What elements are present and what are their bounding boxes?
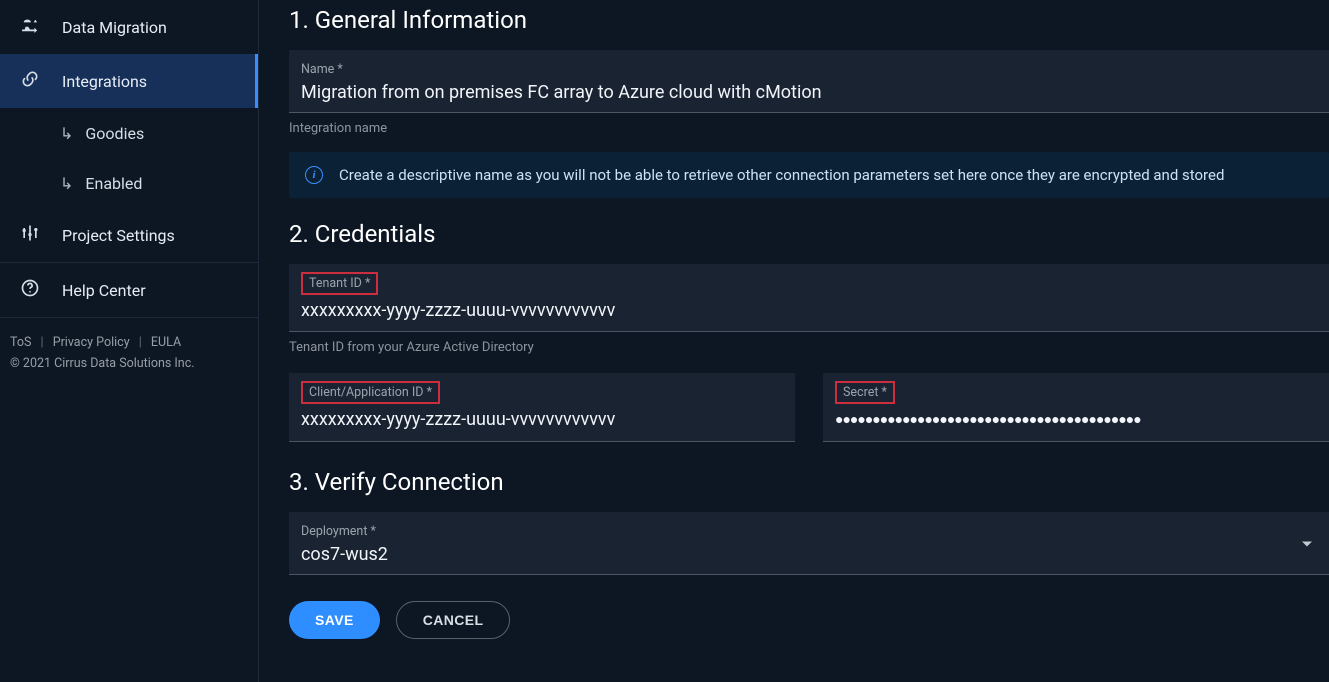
sidebar-item-enabled[interactable]: ↳ Enabled xyxy=(0,158,258,208)
secret-label: Secret * xyxy=(835,381,895,404)
sidebar-footer: ToS | Privacy Policy | EULA © 2021 Cirru… xyxy=(0,318,258,389)
sidebar: Data Migration Integrations ↳ Goodies ↳ … xyxy=(0,0,259,682)
sidebar-item-label: Project Settings xyxy=(62,226,175,245)
footer-eula-link[interactable]: EULA xyxy=(151,335,181,350)
sidebar-item-label: Integrations xyxy=(62,72,147,91)
sidebar-item-label: Data Migration xyxy=(62,18,167,37)
integrations-icon xyxy=(16,69,44,93)
settings-icon xyxy=(16,223,44,247)
tenant-field[interactable]: Tenant ID * xxxxxxxxx-yyyy-zzzz-uuuu-vvv… xyxy=(289,264,1329,331)
section-heading-general: 1. General Information xyxy=(289,6,1329,34)
cancel-button[interactable]: CANCEL xyxy=(396,601,511,639)
migration-icon xyxy=(16,17,44,37)
sidebar-item-label: Goodies xyxy=(85,124,144,143)
section-heading-verify: 3. Verify Connection xyxy=(289,468,1329,496)
sidebar-item-label: Help Center xyxy=(62,281,146,300)
secret-input[interactable]: ●●●●●●●●●●●●●●●●●●●●●●●●●●●●●●●●●●●●●●●●… xyxy=(835,408,1317,433)
chevron-down-icon xyxy=(1301,534,1313,553)
sidebar-item-integrations[interactable]: Integrations xyxy=(0,54,258,108)
secret-field[interactable]: Secret * ●●●●●●●●●●●●●●●●●●●●●●●●●●●●●●●… xyxy=(823,373,1329,442)
client-id-field[interactable]: Client/Application ID * xxxxxxxxx-yyyy-z… xyxy=(289,373,795,442)
deployment-label: Deployment * xyxy=(301,524,376,539)
sub-arrow-icon: ↳ xyxy=(60,174,73,193)
section-heading-credentials: 2. Credentials xyxy=(289,220,1329,248)
footer-tos-link[interactable]: ToS xyxy=(10,335,31,350)
sidebar-item-label: Enabled xyxy=(85,174,142,193)
tenant-input[interactable]: xxxxxxxxx-yyyy-zzzz-uuuu-vvvvvvvvvvvv xyxy=(301,299,1317,322)
deployment-value: cos7-wus2 xyxy=(301,543,1317,566)
name-input[interactable]: Migration from on premises FC array to A… xyxy=(301,81,1317,104)
sidebar-item-help-center[interactable]: Help Center xyxy=(0,263,258,317)
sidebar-item-data-migration[interactable]: Data Migration xyxy=(0,0,258,54)
deployment-field[interactable]: Deployment * cos7-wus2 xyxy=(289,512,1329,575)
help-icon xyxy=(16,278,44,302)
footer-privacy-link[interactable]: Privacy Policy xyxy=(53,335,130,350)
name-helper: Integration name xyxy=(289,121,1329,136)
sidebar-item-goodies[interactable]: ↳ Goodies xyxy=(0,108,258,158)
client-id-input[interactable]: xxxxxxxxx-yyyy-zzzz-uuuu-vvvvvvvvvvvv xyxy=(301,408,783,431)
sidebar-item-project-settings[interactable]: Project Settings xyxy=(0,208,258,262)
sub-arrow-icon: ↳ xyxy=(60,124,73,143)
footer-copyright: © 2021 Cirrus Data Solutions Inc. xyxy=(10,353,248,374)
save-button[interactable]: SAVE xyxy=(289,601,380,639)
info-message: Create a descriptive name as you will no… xyxy=(339,166,1224,184)
info-banner: i Create a descriptive name as you will … xyxy=(289,152,1329,198)
name-field[interactable]: Name * Migration from on premises FC arr… xyxy=(289,50,1329,113)
info-icon: i xyxy=(305,166,323,184)
action-buttons: SAVE CANCEL xyxy=(289,601,1329,639)
tenant-helper: Tenant ID from your Azure Active Directo… xyxy=(289,340,1329,355)
name-label: Name * xyxy=(301,62,343,77)
client-id-label: Client/Application ID * xyxy=(301,381,440,404)
main-panel: 1. General Information Name * Migration … xyxy=(259,0,1329,682)
tenant-label: Tenant ID * xyxy=(301,272,378,295)
